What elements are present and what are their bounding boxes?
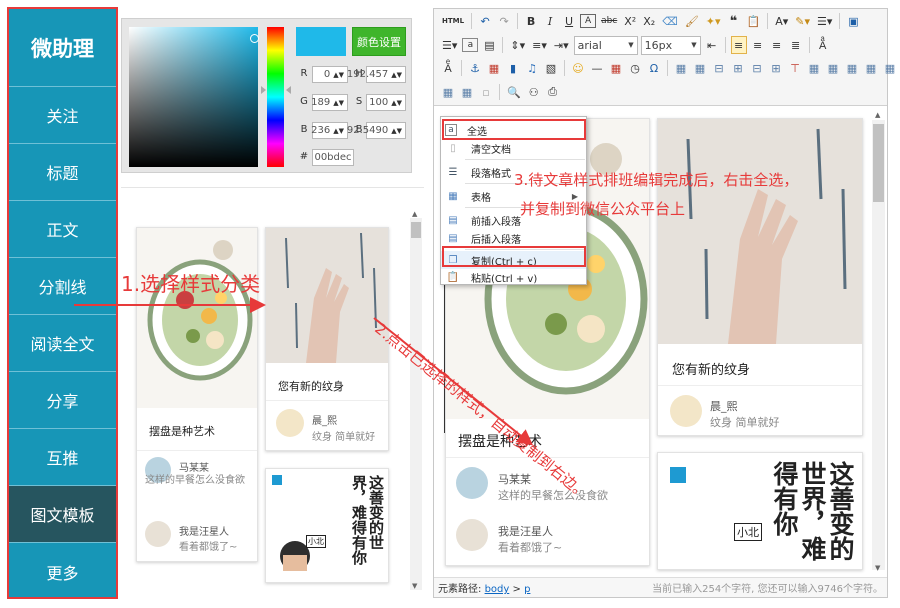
annotation-arrows: [74, 297, 534, 446]
step3-line1: 3.待文章样式排班编辑完成后，右击全选，: [514, 171, 799, 189]
step3-line2: 并复制到微信公众平台上: [520, 200, 686, 218]
step1-annotation: 1.选择样式分类: [121, 272, 261, 296]
step3-annotation: 3.待文章样式排班编辑完成后，右击全选， 并复制到微信公众平台上: [514, 166, 798, 224]
